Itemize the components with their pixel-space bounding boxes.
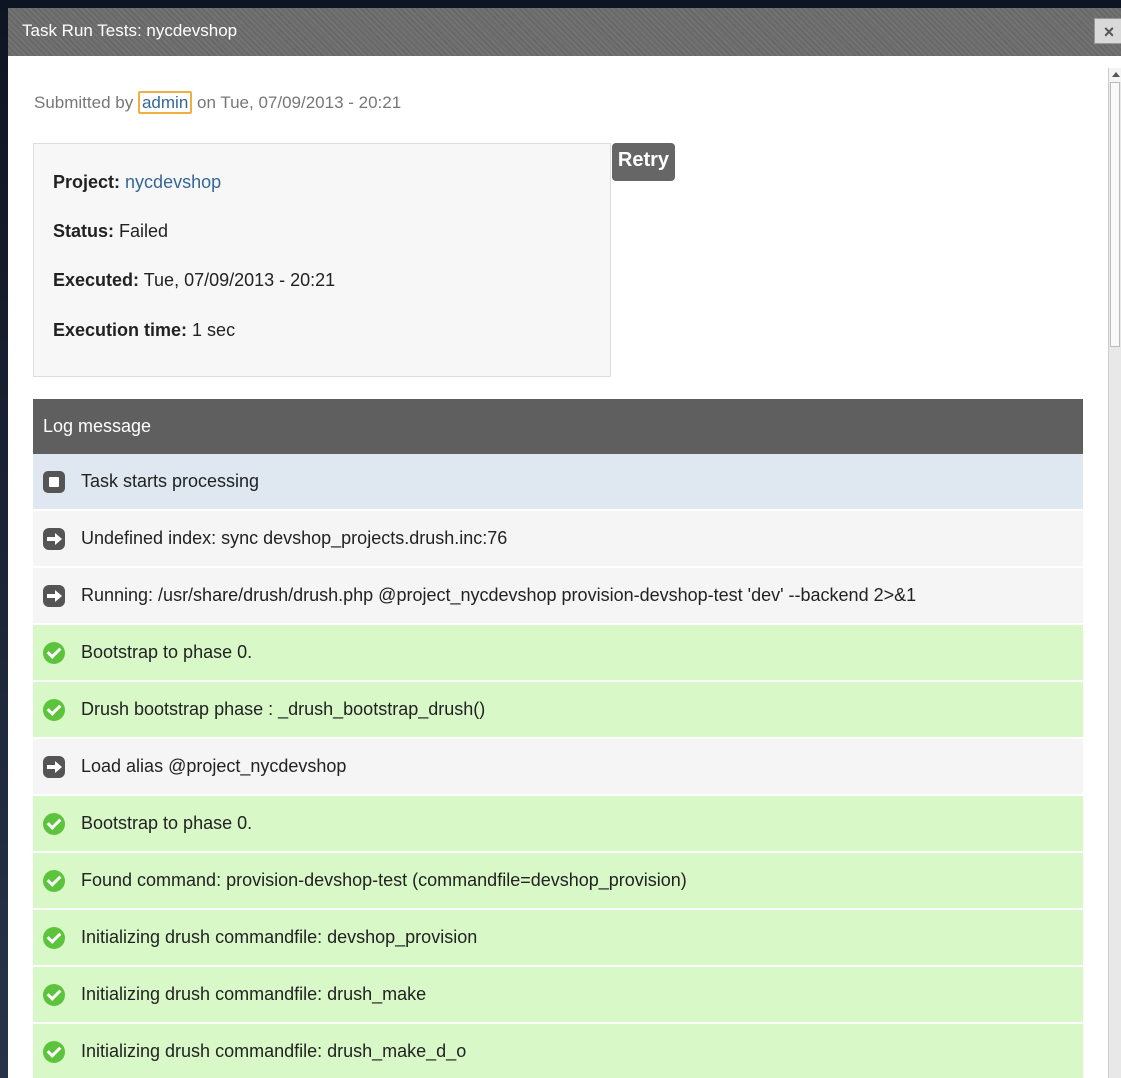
close-icon[interactable]: × <box>1094 18 1121 44</box>
log-message: Found command: provision-devshop-test (c… <box>81 870 687 890</box>
log-message: Drush bootstrap phase : _drush_bootstrap… <box>81 699 486 719</box>
check-icon <box>43 869 65 892</box>
log-row: Running: /usr/share/drush/drush.php @pro… <box>33 568 1083 625</box>
user-link[interactable]: admin <box>137 91 193 114</box>
log-row: Undefined index: sync devshop_projects.d… <box>33 511 1083 568</box>
submitted-line: Submitted by admin on Tue, 07/09/2013 - … <box>34 91 402 114</box>
status-value: Failed <box>119 221 169 241</box>
log-row: Task starts processing <box>33 454 1083 511</box>
executed-value: Tue, 07/09/2013 - 20:21 <box>143 270 336 290</box>
executed-line: Executed: Tue, 07/09/2013 - 20:21 <box>53 270 335 291</box>
retry-button[interactable]: Retry <box>612 143 675 181</box>
dialog-title: Task Run Tests: nycdevshop <box>22 21 238 40</box>
log-message: Undefined index: sync devshop_projects.d… <box>81 528 508 548</box>
log-table: Log message Task starts processing Undefi… <box>33 399 1083 1078</box>
log-message: Initializing drush commandfile: drush_ma… <box>81 1041 467 1061</box>
log-message: Load alias @project_nycdevshop <box>81 756 347 776</box>
task-info-box: Project: nycdevshop Status: Failed Execu… <box>33 143 611 377</box>
log-row: Initializing drush commandfile: devshop_… <box>33 910 1083 967</box>
execution-time-label: Execution time: <box>53 320 188 340</box>
log-row: Initializing drush commandfile: drush_ma… <box>33 1024 1083 1078</box>
log-row: Drush bootstrap phase : _drush_bootstrap… <box>33 682 1083 739</box>
log-row: Initializing drush commandfile: drush_ma… <box>33 967 1083 1024</box>
check-icon <box>43 698 65 721</box>
execution-time-line: Execution time: 1 sec <box>53 320 235 341</box>
scroll-thumb[interactable] <box>1110 82 1120 347</box>
vertical-scrollbar[interactable] <box>1108 68 1121 1078</box>
check-icon <box>43 641 65 664</box>
task-dialog: Task Run Tests: nycdevshop × Submitted b… <box>8 8 1121 1078</box>
arrow-right-icon <box>43 755 65 778</box>
log-message: Bootstrap to phase 0. <box>81 642 253 662</box>
execution-time-value: 1 sec <box>192 320 236 340</box>
log-message: Initializing drush commandfile: devshop_… <box>81 927 478 947</box>
check-icon <box>43 983 65 1006</box>
arrow-right-icon <box>43 584 65 607</box>
check-icon <box>43 1040 65 1063</box>
arrow-right-icon <box>43 527 65 550</box>
log-rows: Task starts processing Undefined index: s… <box>33 454 1083 1078</box>
log-header: Log message <box>33 399 1083 454</box>
log-row: Bootstrap to phase 0. <box>33 625 1083 682</box>
square-icon <box>43 470 65 493</box>
log-message: Task starts processing <box>81 471 260 491</box>
log-message: Running: /usr/share/drush/drush.php @pro… <box>81 585 917 605</box>
dialog-titlebar[interactable]: Task Run Tests: nycdevshop × <box>8 8 1121 56</box>
project-line: Project: nycdevshop <box>53 172 221 193</box>
check-icon <box>43 926 65 949</box>
status-line: Status: Failed <box>53 221 168 242</box>
scroll-up-icon[interactable] <box>1109 68 1121 82</box>
project-link[interactable]: nycdevshop <box>125 172 221 192</box>
log-row: Bootstrap to phase 0. <box>33 796 1083 853</box>
status-label: Status: <box>53 221 115 241</box>
submitted-prefix: Submitted by <box>34 93 134 112</box>
submitted-suffix: on Tue, 07/09/2013 - 20:21 <box>197 93 402 112</box>
check-icon <box>43 812 65 835</box>
log-row: Found command: provision-devshop-test (c… <box>33 853 1083 910</box>
log-message: Bootstrap to phase 0. <box>81 813 253 833</box>
log-row: Load alias @project_nycdevshop <box>33 739 1083 796</box>
executed-label: Executed: <box>53 270 140 290</box>
log-message: Initializing drush commandfile: drush_ma… <box>81 984 427 1004</box>
project-label: Project: <box>53 172 121 192</box>
